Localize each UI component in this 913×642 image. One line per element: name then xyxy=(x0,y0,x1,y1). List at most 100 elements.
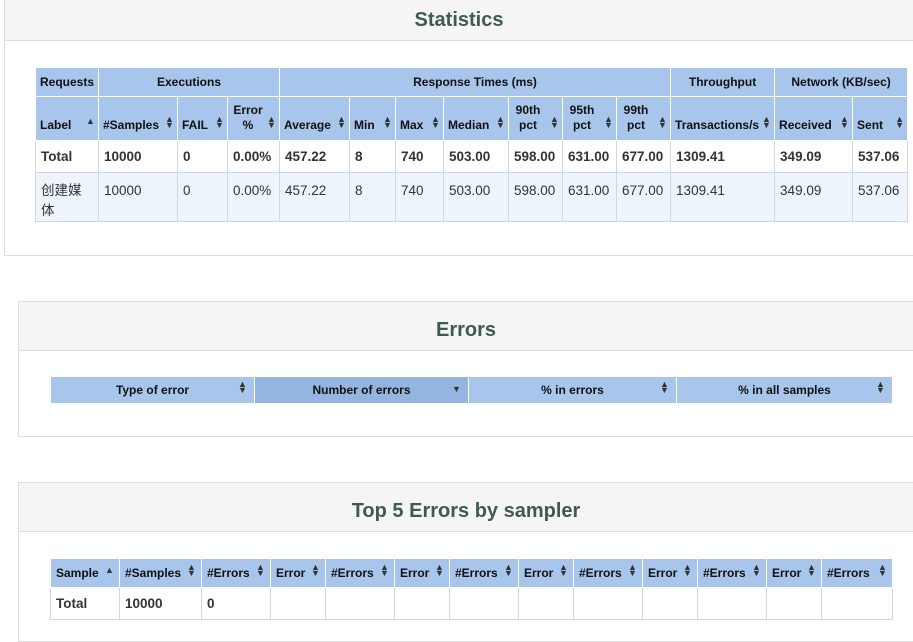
top5-total-errors-1 xyxy=(325,587,395,620)
top5-total-samples: 10000 xyxy=(119,587,202,620)
statistics-panel: Statistics Requests Executions Response … xyxy=(4,0,913,256)
sort-both-icon: ▲ ▼ xyxy=(628,562,637,578)
total-received: 349.09 xyxy=(774,140,854,173)
sort-both-icon: ▲ ▼ xyxy=(215,114,224,130)
total-90th: 598.00 xyxy=(508,140,563,173)
total-label: Total xyxy=(35,140,99,173)
top5-total-errors-5 xyxy=(821,587,893,620)
total-average: 457.22 xyxy=(279,140,350,173)
errors-header-row: Type of error ▲ ▼ Number of errors ▼ % in e… xyxy=(50,376,893,404)
sort-both-icon: ▲ ▼ xyxy=(238,379,247,395)
sort-both-icon: ▲ ▼ xyxy=(559,562,568,578)
column-header-error-1[interactable]: Error ▲ ▼ xyxy=(270,558,326,588)
sort-both-icon: ▲ ▼ xyxy=(752,562,761,578)
statistics-column-header-row: Label ▲ #Samples ▲ ▼ FAIL ▲ ▼ Error % ▲ ▼ Avera… xyxy=(35,96,909,141)
top5-total-error-4 xyxy=(642,587,698,620)
errors-table: Type of error ▲ ▼ Number of errors ▼ % in e… xyxy=(50,376,893,404)
sort-both-icon: ▲ ▼ xyxy=(431,114,440,130)
column-header-error-4[interactable]: Error ▲ ▼ xyxy=(642,558,698,588)
errors-title: Errors xyxy=(435,319,497,341)
column-header-95th-pct[interactable]: 95th pct ▲ ▼ xyxy=(562,96,617,141)
total-99th: 677.00 xyxy=(615,140,672,173)
sort-both-icon: ▲ ▼ xyxy=(496,114,505,130)
sort-both-icon: ▲ ▼ xyxy=(311,562,320,578)
sort-both-icon: ▲ ▼ xyxy=(876,379,885,395)
top5-total-error-5 xyxy=(766,587,822,620)
column-header-sent[interactable]: Sent ▲ ▼ xyxy=(852,96,909,141)
statistics-table: Requests Executions Response Times (ms) … xyxy=(35,67,909,222)
column-header-samples[interactable]: #Samples ▲ ▼ xyxy=(119,558,202,588)
column-header-errors-5[interactable]: #Errors ▲ ▼ xyxy=(821,558,893,588)
top5-errors-title: Top 5 Errors by sampler xyxy=(351,500,581,522)
sort-both-icon: ▲ ▼ xyxy=(840,114,849,130)
column-header-min[interactable]: Min ▲ ▼ xyxy=(349,96,396,141)
statistics-group-header-row: Requests Executions Response Times (ms) … xyxy=(35,67,909,97)
column-header-average[interactable]: Average ▲ ▼ xyxy=(279,96,350,141)
total-fail: 0 xyxy=(177,140,228,173)
top5-errors-panel: Top 5 Errors by sampler Sample ▲ #Samples… xyxy=(18,482,913,642)
top5-total-row: Total 10000 0 xyxy=(50,587,893,620)
sampler-99th: 677.00 xyxy=(615,172,672,222)
sort-both-icon: ▲ ▼ xyxy=(658,114,667,130)
sampler-average: 457.22 xyxy=(279,172,350,222)
sort-both-icon: ▲ ▼ xyxy=(504,562,513,578)
sort-both-icon: ▲ ▼ xyxy=(383,114,392,130)
total-min: 8 xyxy=(349,140,396,173)
column-header-90th-pct[interactable]: 90th pct ▲ ▼ xyxy=(508,96,563,141)
top5-errors-table: Sample ▲ #Samples ▲ ▼ #Errors ▲ ▼ Error ▲ ▼ #Er… xyxy=(50,558,893,620)
column-header-errors-3[interactable]: #Errors ▲ ▼ xyxy=(573,558,643,588)
column-header-99th-pct[interactable]: 99th pct ▲ ▼ xyxy=(615,96,672,141)
sort-both-icon: ▲ ▼ xyxy=(895,114,904,130)
group-header-network: Network (KB/sec) xyxy=(774,67,909,97)
column-header-errors-4[interactable]: #Errors ▲ ▼ xyxy=(697,558,767,588)
sampler-error-pct: 0.00% xyxy=(227,172,280,222)
column-header-errors-2[interactable]: #Errors ▲ ▼ xyxy=(449,558,519,588)
sampler-label: 创建媒体 xyxy=(35,172,99,222)
top5-total-error-3 xyxy=(518,587,574,620)
group-header-requests: Requests xyxy=(35,67,99,97)
sort-both-icon: ▲ ▼ xyxy=(435,562,444,578)
sort-both-icon: ▲ ▼ xyxy=(878,562,887,578)
column-header-error-2[interactable]: Error ▲ ▼ xyxy=(394,558,450,588)
top5-total-errors-3 xyxy=(573,587,643,620)
column-header-median[interactable]: Median ▲ ▼ xyxy=(443,96,509,141)
column-header-number-of-errors[interactable]: Number of errors ▼ xyxy=(254,376,469,404)
column-header-received[interactable]: Received ▲ ▼ xyxy=(774,96,854,141)
column-header-sample[interactable]: Sample ▲ xyxy=(50,558,120,588)
column-header-error-pct[interactable]: Error % ▲ ▼ xyxy=(227,96,280,141)
column-header-errors-count[interactable]: #Errors ▲ ▼ xyxy=(201,558,271,588)
sampler-transactions: 1309.41 xyxy=(670,172,776,222)
sort-both-icon: ▲ ▼ xyxy=(604,114,613,130)
sort-both-icon: ▲ ▼ xyxy=(380,562,389,578)
sampler-min: 8 xyxy=(349,172,396,222)
group-header-throughput: Throughput xyxy=(670,67,776,97)
sampler-fail: 0 xyxy=(177,172,228,222)
column-header-errors-1[interactable]: #Errors ▲ ▼ xyxy=(325,558,395,588)
column-header-label[interactable]: Label ▲ xyxy=(35,96,99,141)
sort-asc-icon: ▲ xyxy=(86,116,95,126)
sort-both-icon: ▲ ▼ xyxy=(660,379,669,395)
column-header-type-of-error[interactable]: Type of error ▲ ▼ xyxy=(50,376,255,404)
sampler-samples: 10000 xyxy=(98,172,178,222)
group-header-response-times: Response Times (ms) xyxy=(278,67,672,97)
sort-desc-icon: ▼ xyxy=(452,384,461,394)
total-sent: 537.06 xyxy=(852,140,909,173)
column-header-pct-in-all-samples[interactable]: % in all samples ▲ ▼ xyxy=(676,376,893,404)
total-95th: 631.00 xyxy=(562,140,617,173)
sampler-90th: 598.00 xyxy=(508,172,563,222)
column-header-pct-in-errors[interactable]: % in errors ▲ ▼ xyxy=(468,376,677,404)
total-transactions: 1309.41 xyxy=(670,140,776,173)
column-header-transactions[interactable]: Transactions/s ▲ ▼ xyxy=(670,96,776,141)
sampler-received: 349.09 xyxy=(774,172,854,222)
top5-total-error-2 xyxy=(394,587,450,620)
sampler-median: 503.00 xyxy=(443,172,509,222)
column-header-error-3[interactable]: Error ▲ ▼ xyxy=(518,558,574,588)
column-header-samples[interactable]: #Samples ▲ ▼ xyxy=(98,96,178,141)
column-header-fail[interactable]: FAIL ▲ ▼ xyxy=(177,96,228,141)
column-header-max[interactable]: Max ▲ ▼ xyxy=(395,96,444,141)
errors-header: Errors xyxy=(19,302,913,351)
top5-total-sample: Total xyxy=(50,587,120,620)
column-header-error-5[interactable]: Error ▲ ▼ xyxy=(766,558,822,588)
sort-both-icon: ▲ ▼ xyxy=(267,114,276,130)
sort-both-icon: ▲ ▼ xyxy=(165,114,174,130)
